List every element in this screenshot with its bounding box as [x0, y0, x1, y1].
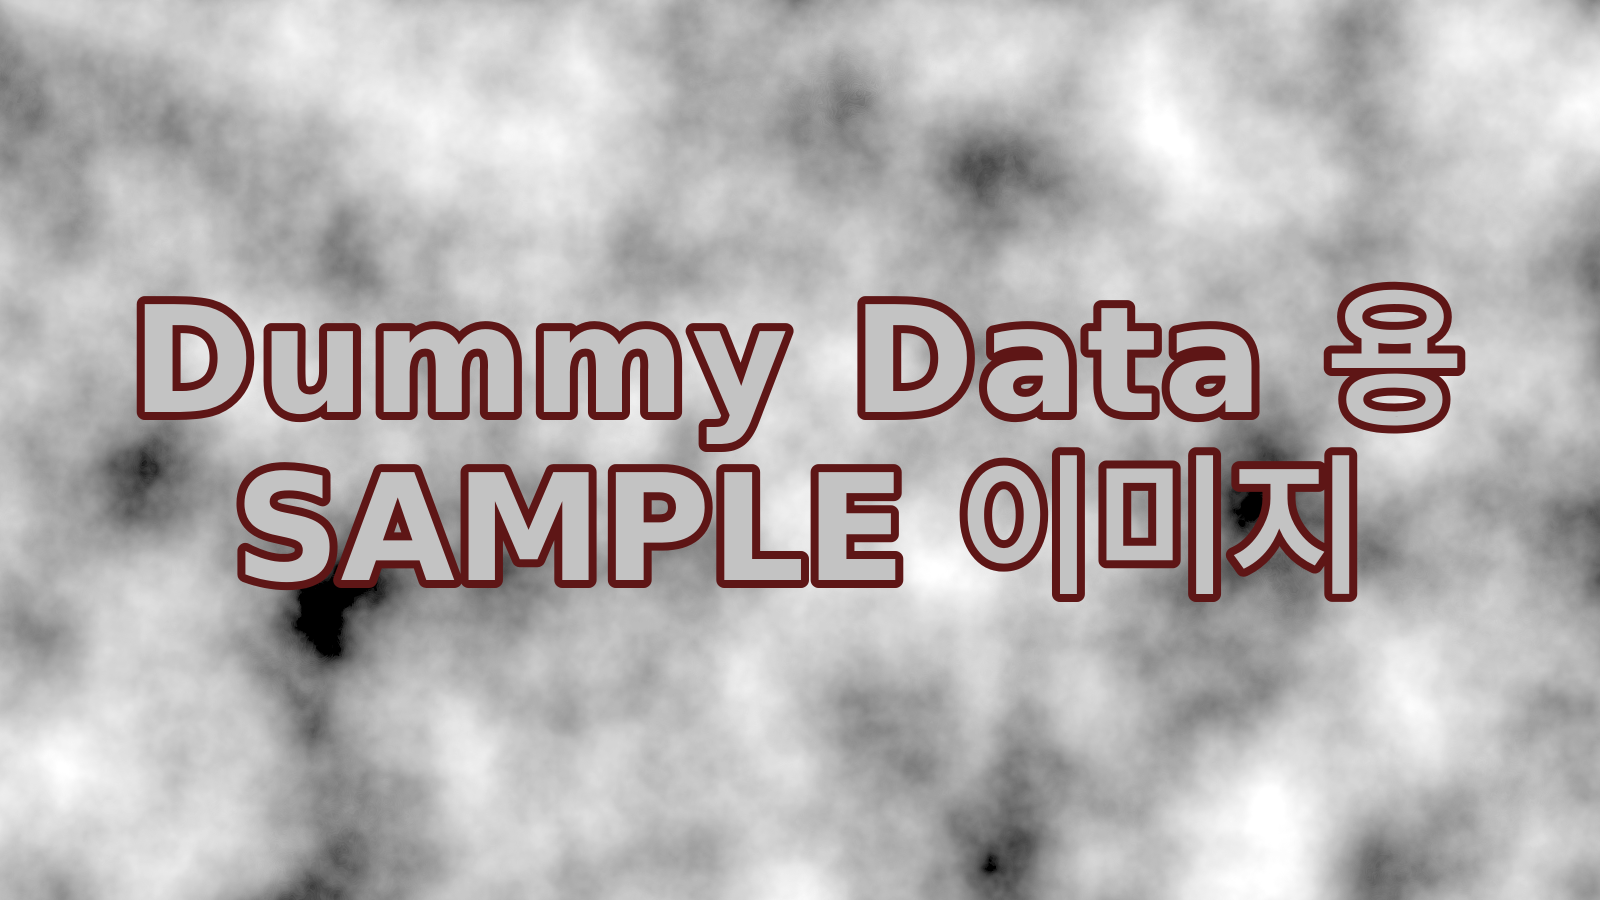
title-line-1: Dummy Data 용: [131, 275, 1469, 447]
title-overlay: Dummy Data 용 SAMPLE 이미지: [123, 267, 1471, 623]
title-line-2: SAMPLE 이미지: [234, 443, 1366, 615]
sample-image: Dummy Data 용 SAMPLE 이미지: [0, 0, 1600, 900]
